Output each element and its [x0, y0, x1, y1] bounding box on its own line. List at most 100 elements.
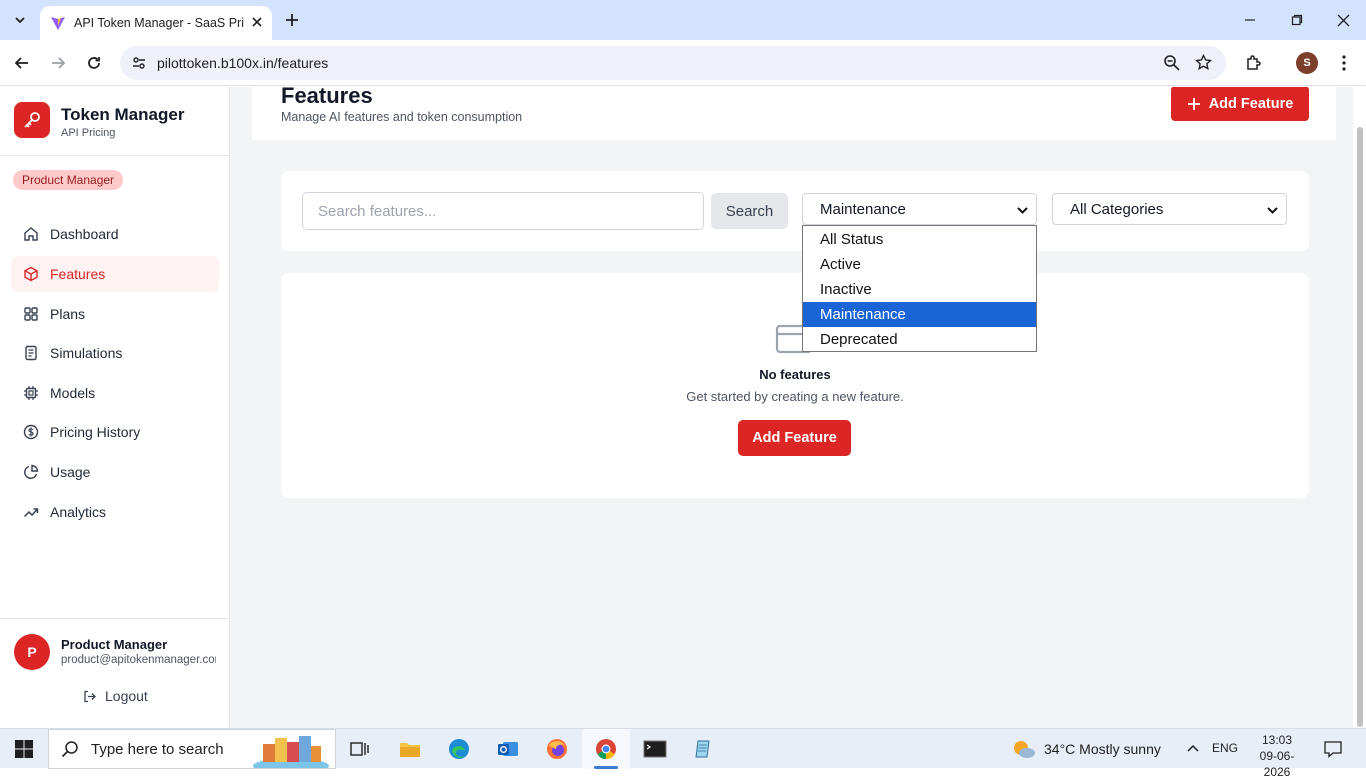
chevron-up-icon[interactable]	[1186, 742, 1200, 754]
sidebar-item-label: Analytics	[50, 504, 107, 520]
sidebar-item-pricing-history[interactable]: Pricing History	[11, 414, 219, 450]
firefox-button[interactable]	[533, 729, 581, 769]
browser-tab[interactable]: API Token Manager - SaaS Pricing	[40, 6, 272, 40]
close-window-button[interactable]	[1323, 8, 1363, 32]
sidebar: Token Manager API Pricing Product Manage…	[0, 87, 230, 728]
empty-state-description: Get started by creating a new feature.	[686, 389, 904, 404]
weather-desc: Mostly sunny	[1079, 741, 1161, 757]
restore-icon	[1291, 14, 1303, 26]
weather-widget[interactable]: 34°C Mostly sunny	[1012, 729, 1161, 769]
weather-temp: 34°C	[1044, 741, 1076, 757]
mail-icon	[498, 742, 518, 756]
status-select[interactable]: Maintenance	[802, 193, 1037, 225]
page-subtitle: Manage AI features and token consumption	[281, 110, 523, 124]
brand-subtitle: API Pricing	[61, 127, 116, 139]
url-text: pilottoken.b100x.in/features	[157, 55, 329, 71]
task-view-button[interactable]	[336, 729, 384, 769]
grid-icon	[23, 306, 39, 322]
profile-avatar[interactable]: S	[1296, 52, 1318, 74]
add-feature-button[interactable]: Add Feature	[738, 420, 851, 456]
star-icon[interactable]	[1195, 54, 1212, 71]
sidebar-item-label: Pricing History	[50, 424, 141, 440]
clock[interactable]: 13:03 09-06-2026	[1247, 732, 1307, 780]
empty-state-title: No features	[759, 367, 831, 382]
sidebar-item-dashboard[interactable]: Dashboard	[11, 216, 219, 252]
zoom-icon[interactable]	[1163, 54, 1180, 71]
dollar-icon	[23, 424, 39, 440]
home-icon	[23, 226, 39, 242]
plus-icon	[1187, 97, 1200, 110]
sidebar-item-label: Usage	[50, 464, 91, 480]
browser-menu-button[interactable]	[1333, 52, 1355, 74]
brand-logo	[14, 102, 50, 138]
status-option[interactable]: All Status	[803, 227, 1036, 252]
chrome-button[interactable]	[582, 729, 630, 769]
browser-toolbar: pilottoken.b100x.in/features S	[0, 40, 1366, 86]
divider	[0, 618, 229, 619]
status-option[interactable]: Deprecated	[803, 327, 1036, 352]
minimize-icon	[1245, 19, 1255, 21]
logout-icon	[84, 690, 96, 702]
taskbar-search-placeholder: Type here to search	[91, 740, 224, 758]
chevron-down-icon	[1267, 207, 1278, 214]
arrow-left-icon	[14, 57, 28, 69]
language-indicator[interactable]: ENG	[1212, 741, 1238, 755]
notepad-button[interactable]	[680, 729, 728, 769]
outlook-button[interactable]	[484, 729, 532, 769]
status-dropdown-list: All Status Active Inactive Maintenance D…	[802, 225, 1037, 352]
sidebar-item-label: Simulations	[50, 345, 123, 361]
status-option-selected[interactable]: Maintenance	[803, 302, 1036, 327]
address-bar[interactable]: pilottoken.b100x.in/features	[120, 46, 1226, 80]
scrollbar-thumb[interactable]	[1357, 127, 1363, 727]
sidebar-item-simulations[interactable]: Simulations	[11, 335, 219, 371]
avatar: P	[14, 634, 50, 670]
restore-button[interactable]	[1277, 8, 1317, 32]
sidebar-item-plans[interactable]: Plans	[11, 296, 219, 332]
category-select-value: All Categories	[1070, 200, 1164, 218]
status-option[interactable]: Inactive	[803, 277, 1036, 302]
search-input[interactable]	[302, 192, 704, 230]
puzzle-icon	[1247, 55, 1261, 70]
extensions-button[interactable]	[1243, 52, 1265, 74]
add-feature-button[interactable]: Add Feature	[1171, 87, 1309, 121]
terminal-button[interactable]	[631, 729, 679, 769]
start-button[interactable]	[0, 729, 48, 769]
back-button[interactable]	[11, 52, 33, 74]
reload-button[interactable]	[83, 52, 105, 74]
task-view-icon	[350, 742, 369, 756]
edge-button[interactable]	[435, 729, 483, 769]
role-badge: Product Manager	[13, 170, 124, 190]
scrollbar[interactable]	[1353, 87, 1366, 728]
logout-label: Logout	[105, 688, 148, 704]
new-tab-icon[interactable]	[282, 10, 302, 30]
sidebar-item-label: Plans	[50, 306, 86, 322]
site-info-icon[interactable]	[131, 55, 147, 71]
logout-button[interactable]: Logout	[82, 688, 148, 704]
sidebar-item-label: Features	[50, 266, 106, 282]
file-explorer-button[interactable]	[386, 729, 434, 769]
divider	[0, 155, 229, 156]
search-button[interactable]: Search	[711, 193, 788, 229]
arrow-right-icon	[52, 57, 66, 69]
close-icon	[1337, 14, 1349, 26]
minimize-button[interactable]	[1230, 8, 1270, 32]
sidebar-item-analytics[interactable]: Analytics	[11, 494, 219, 530]
sidebar-item-features[interactable]: Features	[11, 256, 219, 292]
sidebar-item-usage[interactable]: Usage	[11, 454, 219, 490]
filter-bar: Search Maintenance All Categories	[281, 171, 1309, 251]
reload-icon	[88, 57, 100, 69]
close-icon[interactable]	[250, 15, 264, 29]
sidebar-item-label: Models	[50, 385, 96, 401]
category-select[interactable]: All Categories	[1052, 193, 1287, 225]
notification-icon[interactable]	[1324, 740, 1342, 758]
sidebar-item-models[interactable]: Models	[11, 375, 219, 411]
forward-button[interactable]	[47, 52, 69, 74]
user-email: product@apitokenmanager.com	[61, 654, 216, 666]
chevron-down-icon	[15, 17, 25, 24]
main-content: Features Manage AI features and token co…	[230, 87, 1353, 728]
tab-search-button[interactable]	[6, 8, 34, 32]
clock-time: 13:03	[1261, 733, 1293, 747]
empty-state: No features Get started by creating a ne…	[281, 273, 1309, 498]
status-option[interactable]: Active	[803, 252, 1036, 277]
taskbar-search[interactable]: Type here to search	[48, 729, 336, 769]
